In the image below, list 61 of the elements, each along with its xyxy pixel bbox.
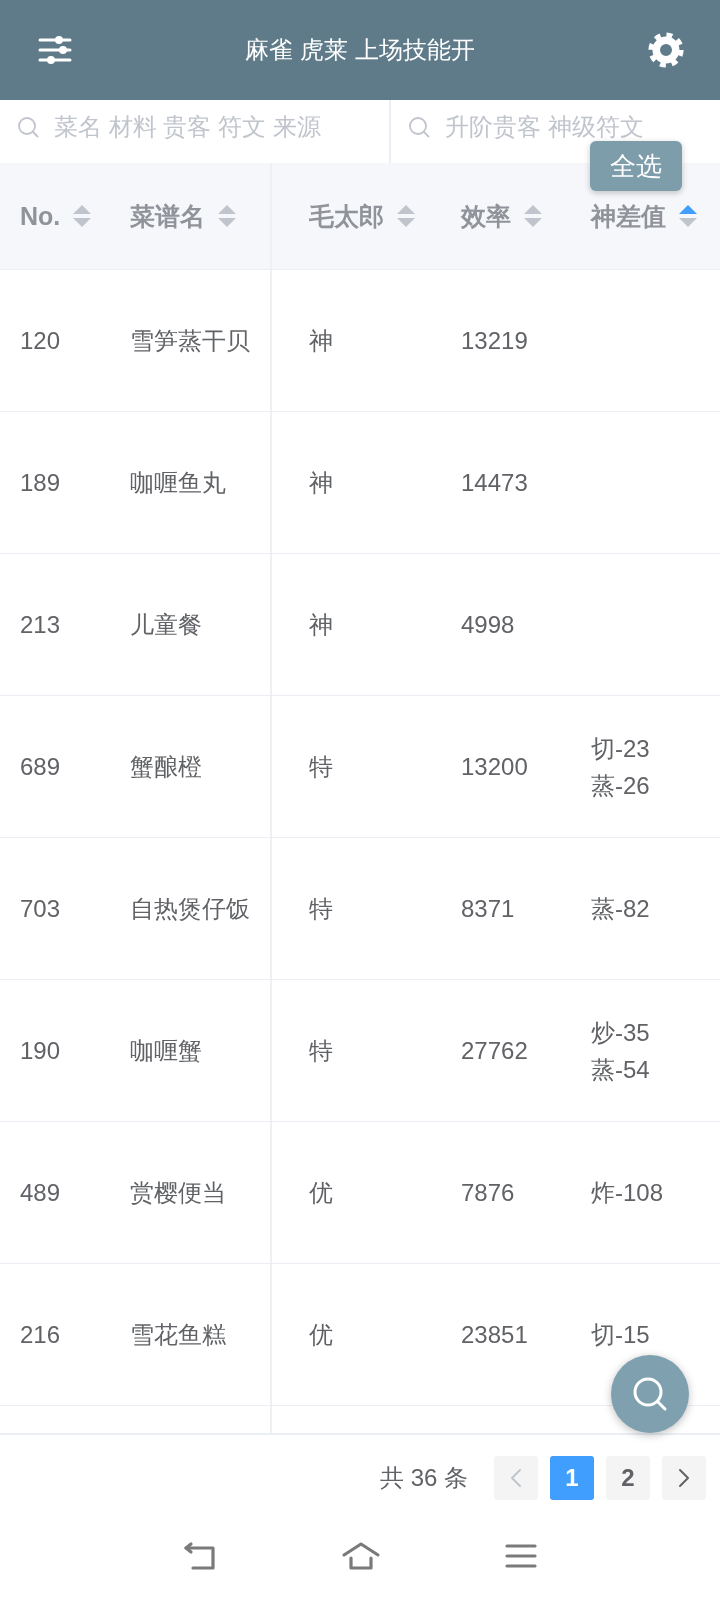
- table-cell-text: 4998: [461, 610, 515, 640]
- page-title: 麻雀 虎莱 上场技能开: [244, 35, 476, 65]
- table-cell-text: 蒸-82: [591, 894, 650, 924]
- table-cell-text: 189: [20, 468, 61, 498]
- settings-icon[interactable]: [648, 32, 684, 68]
- chevron-right-icon: [678, 1467, 690, 1488]
- search-button[interactable]: [611, 1355, 689, 1433]
- table-cell-text: 13200: [461, 752, 528, 782]
- total-count: 共 36 条: [379, 1462, 468, 1493]
- table-cell-text: 703: [20, 894, 61, 924]
- table-cell-text: 8371: [461, 894, 515, 924]
- search-field[interactable]: 菜名 材料 贵客 符文 来源: [54, 112, 389, 141]
- table-cell-text: 14473: [461, 468, 528, 498]
- select-all-button[interactable]: 全选: [590, 141, 682, 191]
- table-cell-text: 27762: [461, 1036, 528, 1066]
- table-cell-text: 优: [309, 1178, 333, 1208]
- table-cell-text: 炒-35 蒸-54: [591, 1017, 650, 1085]
- table-cell-text: 689: [20, 752, 61, 782]
- table-cell-text: 213: [20, 610, 61, 640]
- table-cell-text: 切-15: [591, 1320, 650, 1350]
- column-header[interactable]: 菜谱名: [130, 199, 237, 233]
- table-cell-text: 赏樱便当: [130, 1178, 226, 1208]
- table-cell-text: 特: [309, 1036, 333, 1066]
- table-cell-text: 特: [309, 894, 333, 924]
- search-icon: [632, 1376, 668, 1412]
- column-header[interactable]: 效率: [461, 199, 543, 233]
- table-cell-text: 神: [309, 326, 333, 356]
- table-cell-text: 特: [309, 752, 333, 782]
- sliders-icon[interactable]: [38, 35, 72, 65]
- table-cell-text: 优: [309, 1320, 333, 1350]
- table-cell-text: 23851: [461, 1320, 528, 1350]
- page-button[interactable]: 1: [550, 1455, 594, 1500]
- column-header[interactable]: 毛太郎: [309, 199, 416, 233]
- table-cell-text: 蟹酿橙: [130, 752, 202, 782]
- chevron-left-icon: [510, 1467, 522, 1488]
- back-icon[interactable]: [183, 1541, 217, 1571]
- table-cell-text: 190: [20, 1036, 61, 1066]
- table-cell-text: 炸-108: [591, 1178, 664, 1208]
- table-cell-text: 神: [309, 468, 333, 498]
- next-page-button[interactable]: [662, 1455, 706, 1500]
- search-field[interactable]: 升阶贵客 神级符文: [445, 112, 720, 141]
- table-cell-text: 咖喱蟹: [130, 1036, 202, 1066]
- table-cell-text: 切-23 蒸-26: [591, 733, 650, 801]
- table-cell-text: 7876: [461, 1178, 515, 1208]
- column-header[interactable]: No.: [20, 201, 93, 231]
- table-cell-text: 自热煲仔饭: [130, 894, 250, 924]
- table-cell-text: 雪笋蒸干贝: [130, 326, 250, 356]
- table-cell-text: 489: [20, 1178, 61, 1208]
- table-cell-text: 神: [309, 610, 333, 640]
- table-cell-text: 雪花鱼糕: [130, 1320, 226, 1350]
- search-icon: [17, 115, 39, 138]
- page-button[interactable]: 2: [606, 1455, 650, 1500]
- home-icon[interactable]: [341, 1541, 381, 1571]
- column-header[interactable]: 神差值: [591, 199, 698, 233]
- table-cell-text: 儿童餐: [130, 610, 202, 640]
- menu-icon[interactable]: [505, 1543, 537, 1569]
- table-cell-text: 咖喱鱼丸: [130, 468, 226, 498]
- table-cell-text: 216: [20, 1320, 61, 1350]
- table-cell-text: 120: [20, 326, 61, 356]
- table-cell-text: 13219: [461, 326, 528, 356]
- search-icon: [408, 115, 430, 138]
